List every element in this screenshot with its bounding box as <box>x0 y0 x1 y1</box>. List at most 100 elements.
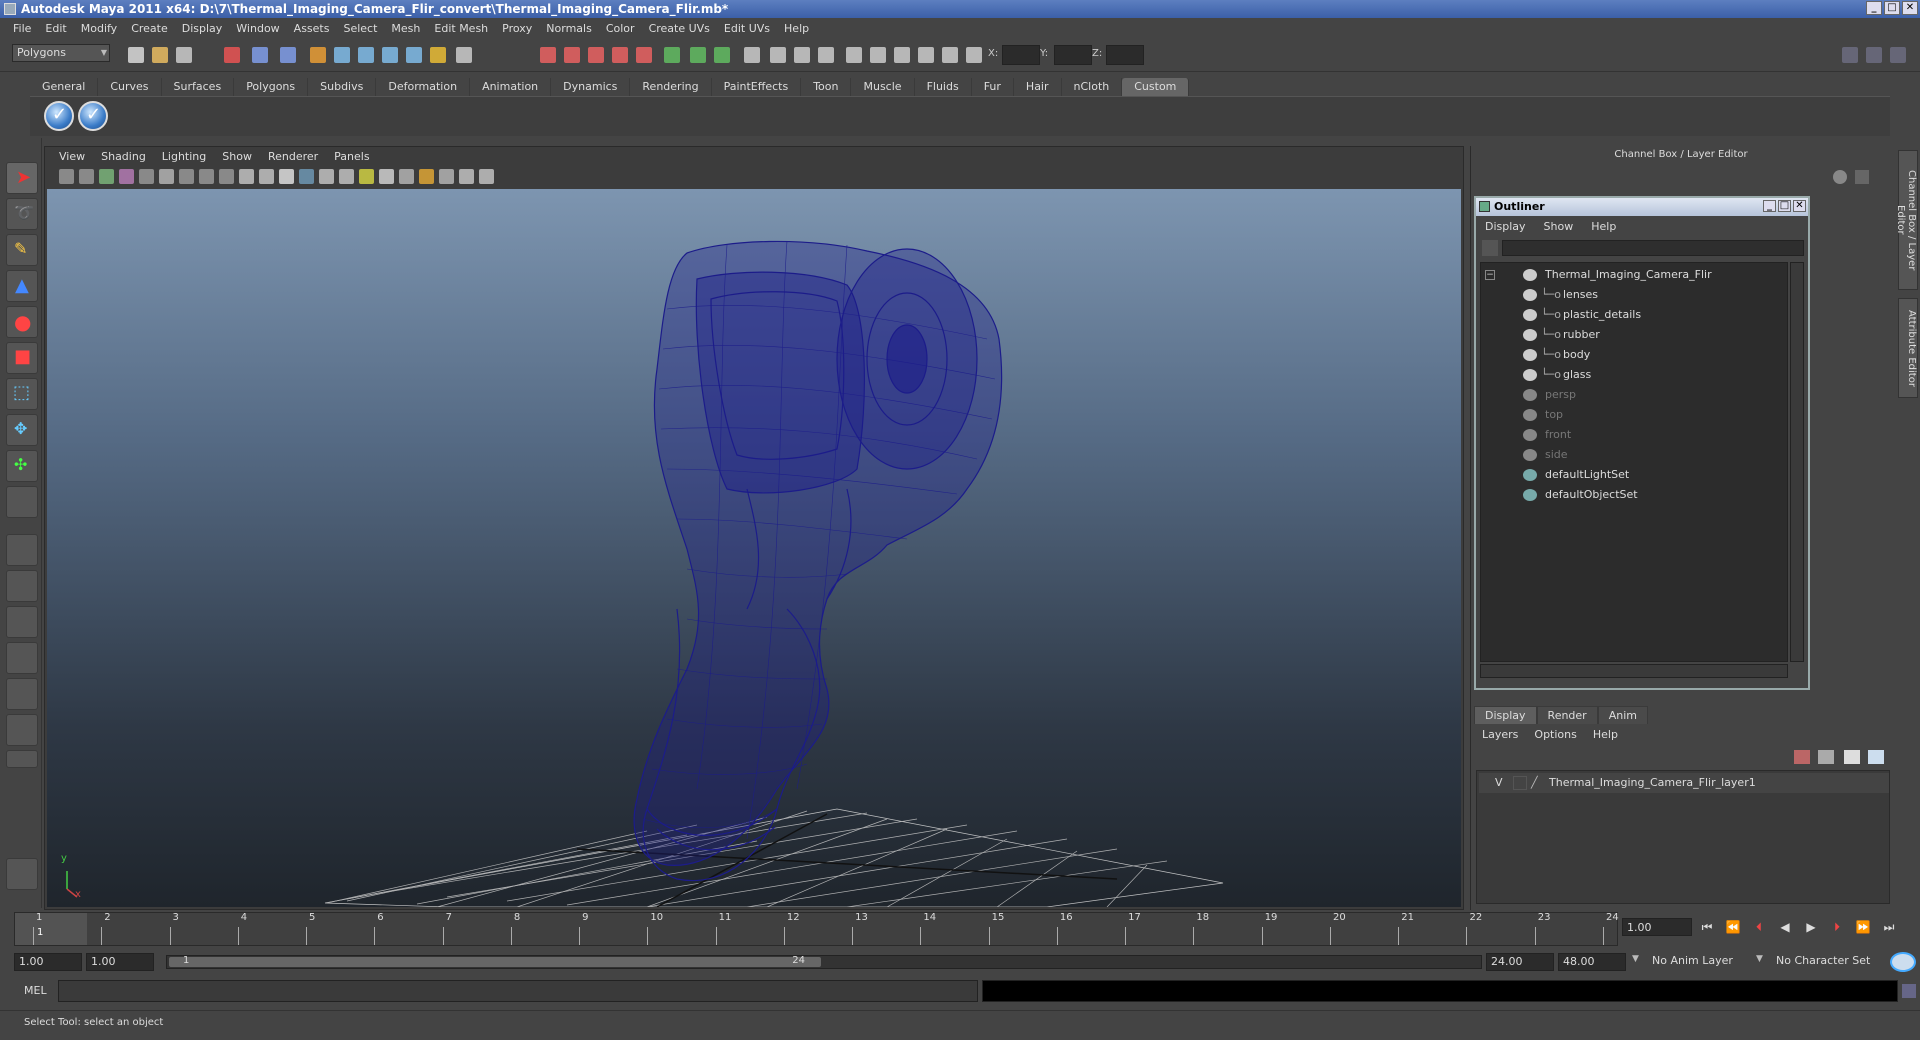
shelf-tab-curves[interactable]: Curves <box>98 78 162 96</box>
outliner-horizontal-scrollbar[interactable] <box>1480 664 1788 678</box>
viewport-menu-view[interactable]: View <box>51 149 93 165</box>
render-settings-icon[interactable] <box>588 47 604 63</box>
layer-tab-render[interactable]: Render <box>1536 706 1598 724</box>
maximize-button[interactable]: □ <box>1884 1 1900 15</box>
step-forward-frame-icon[interactable]: ⏩ <box>1852 918 1874 936</box>
shelf-tab-general[interactable]: General <box>30 78 99 96</box>
outliner-menu-display[interactable]: Display <box>1476 218 1535 236</box>
shelf-checkmark-button-2[interactable] <box>78 101 108 131</box>
safe-action-icon[interactable] <box>239 169 254 184</box>
current-frame-field[interactable]: 1.00 <box>1622 918 1692 936</box>
outliner-item-rubber[interactable]: └─o rubber <box>1481 325 1781 345</box>
xray-icon[interactable] <box>339 169 354 184</box>
character-set-dropdown-arrow-icon[interactable]: ▼ <box>1756 954 1763 964</box>
image-plane-icon[interactable] <box>119 169 134 184</box>
menu-window[interactable]: Window <box>229 22 286 35</box>
construction-history-icon[interactable] <box>744 47 760 63</box>
shelf-tab-hair[interactable]: Hair <box>1013 78 1062 96</box>
viewport-menu-lighting[interactable]: Lighting <box>154 149 214 165</box>
shelf-tab-surfaces[interactable]: Surfaces <box>161 78 235 96</box>
close-button[interactable]: ✕ <box>1902 1 1918 15</box>
menu-edit[interactable]: Edit <box>38 22 73 35</box>
ipr-icon[interactable] <box>818 47 834 63</box>
persp-outliner-layout-icon[interactable] <box>6 606 38 638</box>
paint-select-tool-icon[interactable]: ✎ <box>6 234 38 266</box>
make-live-icon[interactable] <box>430 47 446 63</box>
create-layer-icon[interactable] <box>1844 750 1860 764</box>
ipr-render-icon[interactable] <box>564 47 580 63</box>
output-ops-icon[interactable] <box>714 47 730 63</box>
camera-attributes-icon[interactable] <box>79 169 94 184</box>
shelf-tab-painteffects[interactable]: PaintEffects <box>711 78 802 96</box>
outliner-item-front[interactable]: front <box>1481 425 1781 445</box>
show-grid-icon[interactable] <box>894 47 910 63</box>
play-backwards-icon[interactable]: ◀ <box>1774 918 1796 936</box>
animation-start-field[interactable]: 1.00 <box>14 953 82 971</box>
outliner-close-button[interactable]: ✕ <box>1793 200 1806 212</box>
mel-input[interactable] <box>58 980 978 1002</box>
show-manipulator-icon[interactable]: ✣ <box>6 450 38 482</box>
hypershade-icon[interactable] <box>612 47 628 63</box>
shelf-tab-rendering[interactable]: Rendering <box>630 78 712 96</box>
shelf-tab-toon[interactable]: Toon <box>801 78 852 96</box>
lock-selection-icon[interactable] <box>310 47 326 63</box>
xray-icon[interactable] <box>918 47 934 63</box>
outliner-filter-field[interactable] <box>1502 240 1804 256</box>
flat-lighting-icon[interactable] <box>399 169 414 184</box>
menu-display[interactable]: Display <box>175 22 230 35</box>
new-scene-icon[interactable] <box>128 47 144 63</box>
render-view-icon[interactable] <box>770 47 786 63</box>
wireframe-icon[interactable] <box>279 169 294 184</box>
step-forward-key-icon[interactable]: ⏵ <box>1826 918 1848 936</box>
layer-row[interactable]: V ╱ Thermal_Imaging_Camera_Flir_layer1 <box>1479 773 1889 793</box>
snap-point-icon[interactable] <box>382 47 398 63</box>
safe-title-icon[interactable] <box>259 169 274 184</box>
shadows-icon[interactable] <box>419 169 434 184</box>
toolbox-extra-icon[interactable] <box>6 750 38 768</box>
save-scene-icon[interactable] <box>176 47 192 63</box>
menu-color[interactable]: Color <box>599 22 642 35</box>
menu-mesh[interactable]: Mesh <box>384 22 427 35</box>
snap-curve-icon[interactable] <box>358 47 374 63</box>
rotate-tool-icon[interactable]: ● <box>6 306 38 338</box>
go-to-end-icon[interactable]: ⏭ <box>1878 918 1900 936</box>
menu-edit-uvs[interactable]: Edit UVs <box>717 22 777 35</box>
persp-graph-hypershade-layout-icon[interactable] <box>6 714 38 746</box>
x-coord-field[interactable] <box>1002 45 1040 65</box>
mel-label[interactable]: MEL <box>24 984 47 997</box>
soft-select-icon[interactable] <box>636 47 652 63</box>
select-object-icon[interactable] <box>252 47 268 63</box>
shelf-tab-deformation[interactable]: Deformation <box>376 78 471 96</box>
snap-grid-icon[interactable] <box>334 47 350 63</box>
wireframe-on-shaded-icon[interactable] <box>319 169 334 184</box>
menu-proxy[interactable]: Proxy <box>495 22 539 35</box>
playback-end-field[interactable]: 24.00 <box>1486 953 1554 971</box>
step-back-key-icon[interactable]: ⏴ <box>1748 918 1770 936</box>
smooth-shade-icon[interactable] <box>299 169 314 184</box>
outliner-item-top[interactable]: top <box>1481 405 1781 425</box>
shelf-checkmark-button-1[interactable] <box>44 101 74 131</box>
menu-modify[interactable]: Modify <box>74 22 124 35</box>
bookmark-icon[interactable] <box>99 169 114 184</box>
menu-normals[interactable]: Normals <box>539 22 599 35</box>
shelf-tab-muscle[interactable]: Muscle <box>851 78 915 96</box>
character-set-dropdown[interactable]: No Character Set <box>1772 953 1882 971</box>
layer-tab-display[interactable]: Display <box>1474 706 1537 724</box>
tab-attribute-editor[interactable]: Attribute Editor <box>1898 298 1918 398</box>
layer-menu-options[interactable]: Options <box>1526 726 1584 744</box>
field-chart-icon[interactable] <box>219 169 234 184</box>
isolate-select-icon[interactable] <box>459 169 474 184</box>
soft-modification-icon[interactable]: ✥ <box>6 414 38 446</box>
light-icon[interactable] <box>966 47 982 63</box>
camera-attributes-icon[interactable] <box>870 47 886 63</box>
all-lights-icon[interactable] <box>379 169 394 184</box>
film-gate-icon[interactable] <box>159 169 174 184</box>
channel-box-sphere-icon[interactable] <box>1833 170 1847 184</box>
layer-visibility-toggle[interactable]: V <box>1495 773 1503 793</box>
outliner-item-thermal-imaging-camera-flir[interactable]: − Thermal_Imaging_Camera_Flir <box>1481 265 1781 285</box>
channel-box-pin-icon[interactable] <box>1855 170 1869 184</box>
outliner-vertical-scrollbar[interactable] <box>1790 262 1804 662</box>
toggle-channel-box-icon[interactable] <box>1842 47 1858 63</box>
render-region-icon[interactable] <box>794 47 810 63</box>
step-back-frame-icon[interactable]: ⏪ <box>1722 918 1744 936</box>
